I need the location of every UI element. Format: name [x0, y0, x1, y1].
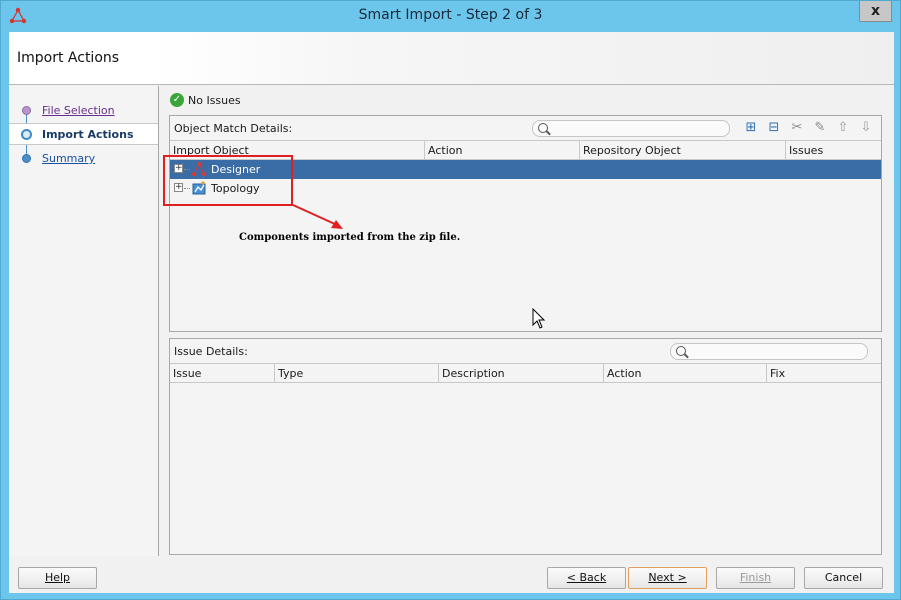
nav-item-file-selection[interactable]: File Selection: [9, 100, 158, 122]
column-header-repository-object[interactable]: Repository Object: [580, 141, 786, 160]
mouse-cursor-icon: [532, 308, 546, 329]
next-button[interactable]: Next >: [628, 567, 707, 589]
column-header-issue[interactable]: Issue: [170, 364, 275, 383]
back-button-label: < Back: [566, 571, 607, 584]
help-button-label: Help: [44, 571, 71, 584]
help-button[interactable]: Help: [18, 567, 97, 589]
panel-header: Issue Details:: [170, 339, 881, 363]
object-match-panel: Object Match Details: ⊞ ⊟ ✂ ✎ ⇧ ⇩ Import…: [169, 115, 882, 332]
page-title: Import Actions: [17, 50, 120, 66]
object-search-input[interactable]: [553, 122, 723, 135]
title-bar[interactable]: Smart Import - Step 2 of 3 x: [1, 1, 900, 31]
column-header-description[interactable]: Description: [439, 364, 604, 383]
issue-search-field[interactable]: [670, 343, 868, 360]
annotation-arrow-icon: [292, 204, 343, 229]
issue-table-header: Issue Type Description Action Fix: [170, 363, 881, 383]
column-header-issues[interactable]: Issues: [786, 141, 881, 160]
panel-header: Object Match Details: ⊞ ⊟ ✂ ✎ ⇧ ⇩: [170, 116, 881, 140]
cancel-button-label: Cancel: [824, 571, 863, 584]
dialog-body: Import Actions File Selection Import Act…: [9, 32, 894, 593]
nav-item-label: Summary: [42, 152, 96, 165]
remove-icon[interactable]: ⊟: [765, 119, 783, 137]
annotation-text: Components imported from the zip file.: [239, 232, 461, 243]
move-down-icon[interactable]: ⇩: [857, 119, 875, 137]
panel-title: Issue Details:: [174, 345, 248, 358]
panel-title: Object Match Details:: [174, 122, 293, 135]
status-text: No Issues: [188, 94, 241, 107]
column-header-action[interactable]: Action: [604, 364, 767, 383]
nav-item-summary[interactable]: Summary: [9, 148, 158, 170]
nav-item-import-actions[interactable]: Import Actions: [9, 123, 158, 145]
back-button[interactable]: < Back: [547, 567, 626, 589]
step-current-icon: [21, 129, 32, 140]
issue-search-input[interactable]: [691, 345, 861, 358]
window-title: Smart Import - Step 2 of 3: [358, 7, 543, 23]
check-circle-icon: ✓: [170, 93, 184, 107]
nav-item-label: Import Actions: [42, 128, 134, 141]
wizard-steps-nav: File Selection Import Actions Summary: [9, 86, 159, 556]
search-icon: [676, 346, 686, 356]
column-header-type[interactable]: Type: [275, 364, 439, 383]
move-up-icon[interactable]: ⇧: [834, 119, 852, 137]
finish-button[interactable]: Finish: [716, 567, 795, 589]
annotation-highlight-box: [163, 155, 293, 206]
step-future-icon: [22, 154, 31, 163]
step-visited-icon: [22, 106, 31, 115]
nav-item-label: File Selection: [42, 104, 115, 117]
next-button-label: Next >: [648, 571, 687, 584]
close-button[interactable]: x: [859, 1, 892, 22]
cut-icon[interactable]: ✂: [788, 119, 806, 137]
dialog-window: Smart Import - Step 2 of 3 x Import Acti…: [0, 0, 901, 600]
finish-button-label: Finish: [739, 571, 772, 584]
paste-icon[interactable]: ✎: [811, 119, 829, 137]
column-header-fix[interactable]: Fix: [767, 364, 881, 383]
issue-details-panel: Issue Details: Issue Type Description Ac…: [169, 338, 882, 555]
cancel-button[interactable]: Cancel: [804, 567, 883, 589]
column-header-action[interactable]: Action: [425, 141, 580, 160]
object-toolbar: ⊞ ⊟ ✂ ✎ ⇧ ⇩: [740, 119, 880, 137]
add-icon[interactable]: ⊞: [742, 119, 760, 137]
object-search-field[interactable]: [532, 120, 730, 137]
search-icon: [538, 123, 548, 133]
wizard-header: Import Actions: [9, 32, 894, 85]
